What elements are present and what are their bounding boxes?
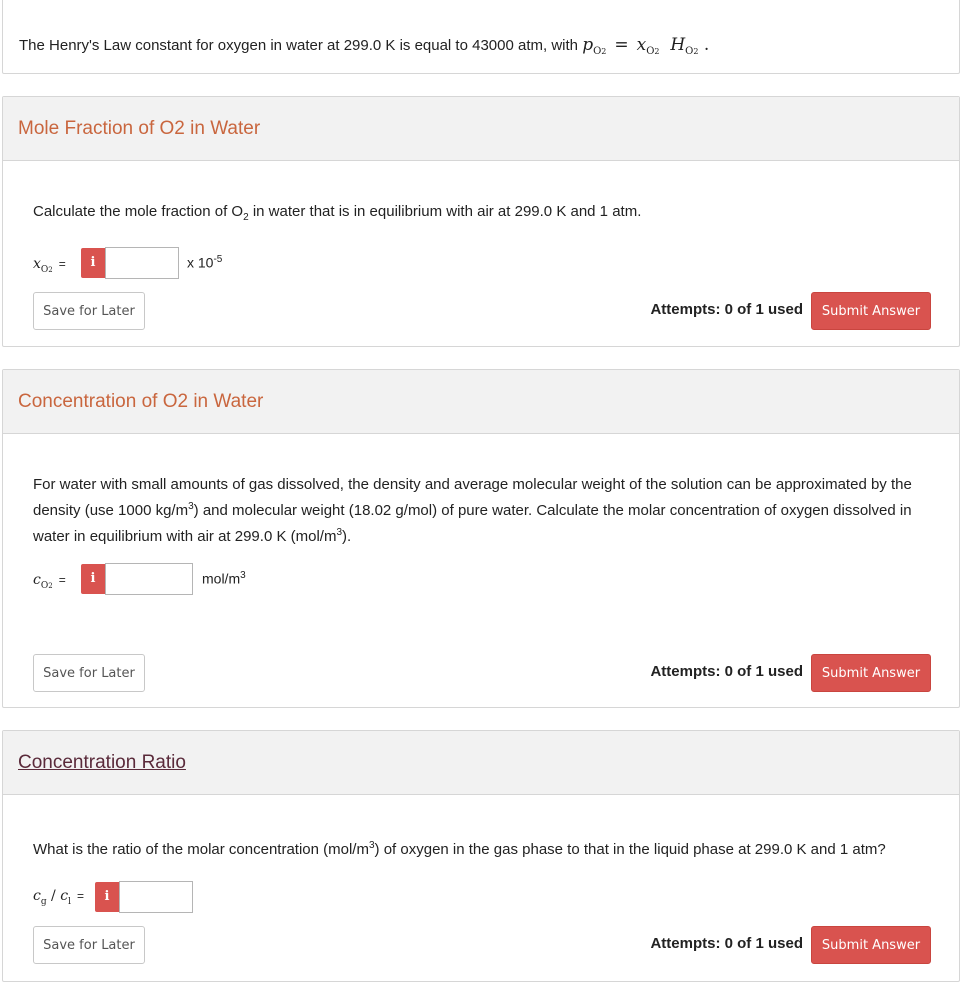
- part-mole-fraction: Mole Fraction of O2 in Water Calculate t…: [2, 96, 960, 347]
- var-denominator-sub: l: [68, 896, 71, 907]
- submit-answer-button[interactable]: Submit Answer: [811, 654, 931, 692]
- unit-exponent: -5: [213, 254, 223, 265]
- unit-label: x 10-5: [187, 254, 222, 271]
- var-symbol: x: [33, 256, 41, 272]
- question-text: Calculate the mole fraction of O2 in wat…: [33, 203, 642, 223]
- question-text: For water with small amounts of gas diss…: [33, 476, 912, 545]
- question-part-b: in water that is in equilibrium with air…: [248, 203, 642, 220]
- var-slash: /: [46, 888, 61, 904]
- eq-p: p: [582, 35, 594, 55]
- answer-input[interactable]: [105, 563, 193, 595]
- eq-h: H: [670, 35, 686, 55]
- henry-equation: pO2 = xO2 HO2 .: [582, 35, 710, 57]
- info-button[interactable]: i: [81, 564, 105, 594]
- var-equals: =: [76, 889, 84, 903]
- attempts-counter: Attempts: 0 of 1 used: [650, 663, 803, 680]
- submit-answer-button[interactable]: Submit Answer: [811, 292, 931, 330]
- eq-sub-2: 2: [601, 47, 607, 56]
- var-symbol: c: [33, 572, 41, 588]
- question-part-a: What is the ratio of the molar concentra…: [33, 841, 369, 858]
- question-part-b: ) of oxygen in the gas phase to that in …: [374, 841, 886, 858]
- answer-input[interactable]: [119, 881, 193, 913]
- save-for-later-button[interactable]: Save for Later: [33, 926, 145, 964]
- save-for-later-button[interactable]: Save for Later: [33, 292, 145, 330]
- intro-card: The Henry's Law constant for oxygen in w…: [2, 0, 960, 74]
- part-concentration-ratio: Concentration Ratio What is the ratio of…: [2, 730, 960, 982]
- intro-text: The Henry's Law constant for oxygen in w…: [19, 35, 709, 57]
- variable-label: xO2 =: [33, 256, 66, 275]
- part-title: Concentration of O2 in Water: [18, 391, 264, 412]
- var-equals: =: [58, 573, 66, 587]
- attempts-counter: Attempts: 0 of 1 used: [650, 301, 803, 318]
- var-denominator: c: [60, 888, 69, 904]
- variable-label: cg / cl =: [33, 888, 84, 907]
- attempts-counter: Attempts: 0 of 1 used: [650, 935, 803, 952]
- var-numerator: c: [33, 888, 41, 904]
- variable-label: cO2 =: [33, 572, 66, 591]
- part-header: Mole Fraction of O2 in Water: [3, 97, 959, 161]
- info-button[interactable]: i: [81, 248, 105, 278]
- part-title[interactable]: Concentration Ratio: [18, 752, 186, 774]
- question-text: What is the ratio of the molar concentra…: [33, 840, 886, 858]
- submit-answer-button[interactable]: Submit Answer: [811, 926, 931, 964]
- eq-x: x: [636, 35, 647, 55]
- part-header: Concentration Ratio: [3, 731, 959, 795]
- var-equals: =: [58, 257, 66, 271]
- part-concentration: Concentration of O2 in Water For water w…: [2, 369, 960, 708]
- save-for-later-button[interactable]: Save for Later: [33, 654, 145, 692]
- unit-prefix: x 10: [187, 254, 214, 271]
- eq-sub-2b: 2: [654, 47, 660, 56]
- unit-prefix: mol/m: [202, 570, 241, 587]
- unit-exponent: 3: [240, 570, 246, 581]
- part-title: Mole Fraction of O2 in Water: [18, 118, 261, 139]
- eq-equals: =: [614, 35, 629, 55]
- info-button[interactable]: i: [95, 882, 119, 912]
- question-part-a: Calculate the mole fraction of O: [33, 203, 244, 220]
- part-header: Concentration of O2 in Water: [3, 370, 959, 434]
- intro-sentence: The Henry's Law constant for oxygen in w…: [19, 37, 579, 54]
- unit-label: mol/m3: [202, 570, 246, 587]
- question-part-c: ).: [342, 528, 352, 545]
- answer-input[interactable]: [105, 247, 179, 279]
